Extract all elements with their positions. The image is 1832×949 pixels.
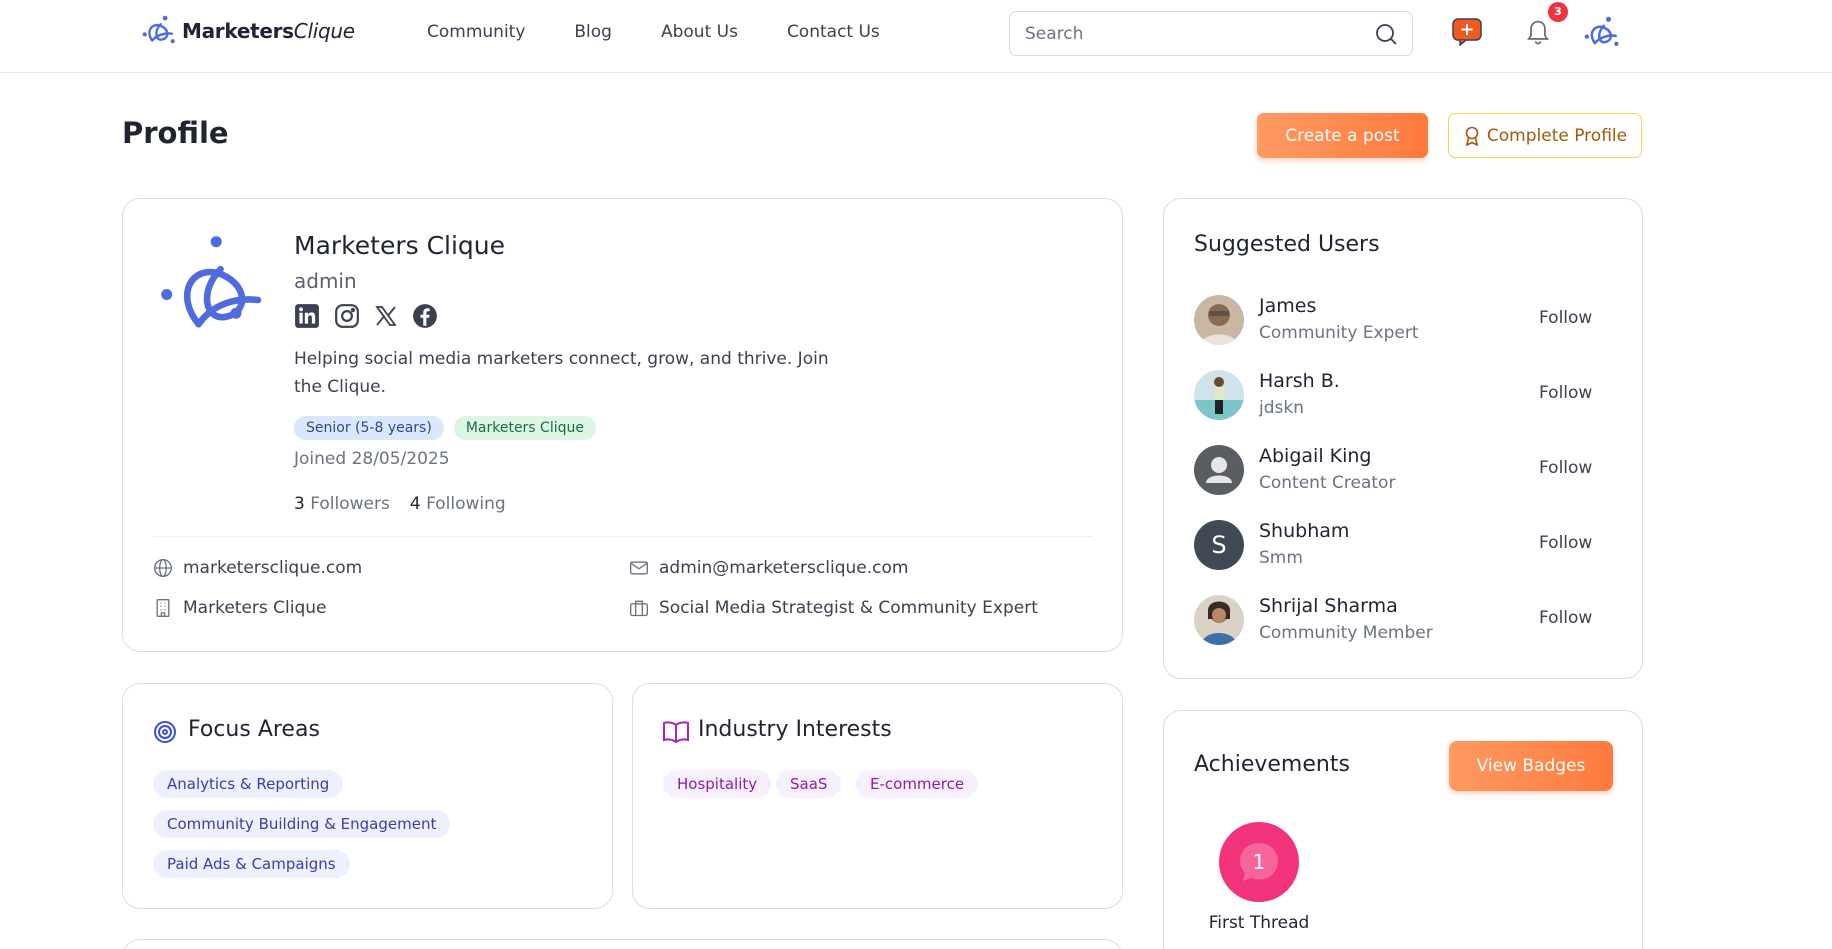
linkedin-icon[interactable] [294, 303, 320, 329]
follow-stats: 3 Followers 4 Following [294, 494, 506, 514]
website-info[interactable]: marketersclique.com [153, 558, 362, 578]
company-text: Marketers Clique [183, 598, 327, 618]
user-avatar[interactable] [1194, 445, 1244, 495]
suggested-users-title: Suggested Users [1194, 232, 1380, 257]
focus-areas-card: Focus Areas Analytics & Reporting Commun… [122, 683, 613, 909]
follow-button[interactable]: Follow [1539, 533, 1592, 553]
badge-number: 1 [1253, 850, 1266, 874]
focus-chip: Analytics & Reporting [153, 770, 344, 798]
user-name[interactable]: Shubham [1259, 520, 1349, 542]
search-box [1009, 11, 1413, 56]
complete-profile-button[interactable]: Complete Profile [1448, 113, 1642, 158]
suggested-users-card: Suggested Users James Community Expert F… [1163, 198, 1643, 679]
first-thread-badge[interactable]: 1 [1219, 822, 1299, 902]
profile-divider [153, 536, 1093, 537]
experience-tag: Senior (5-8 years) [294, 416, 444, 440]
search-icon[interactable] [1374, 22, 1398, 46]
profile-role: admin [294, 269, 357, 293]
target-icon [154, 721, 176, 743]
bell-icon[interactable] [1524, 17, 1552, 47]
industry-interests-card: Industry Interests Hospitality SaaS E-co… [632, 683, 1123, 909]
instagram-icon[interactable] [334, 303, 360, 329]
page-title: Profile [122, 116, 229, 150]
industry-chip: Hospitality [663, 770, 772, 798]
user-avatar-icon[interactable] [1584, 15, 1620, 51]
industry-chip: SaaS [776, 770, 842, 798]
suggested-user-item: Shrijal Sharma Community Member Follow [1194, 595, 1614, 647]
logo-text: MarketersClique [182, 19, 355, 43]
focus-chip: Community Building & Engagement [153, 810, 451, 838]
website-text: marketersclique.com [183, 558, 363, 578]
chat-bubble-icon: 1 [1240, 843, 1278, 881]
user-subtitle: Community Expert [1259, 323, 1419, 343]
user-subtitle: Community Member [1259, 623, 1433, 643]
profile-card: Marketers Clique admin Helping social me… [122, 198, 1123, 652]
view-badges-button[interactable]: View Badges [1449, 741, 1613, 791]
user-name[interactable]: Shrijal Sharma [1259, 595, 1398, 617]
suggested-user-item: Abigail King Content Creator Follow [1194, 445, 1614, 497]
achievements-title: Achievements [1194, 752, 1350, 777]
user-avatar[interactable] [1194, 595, 1244, 645]
profile-tags: Senior (5-8 years) Marketers Clique [294, 416, 596, 440]
social-links [294, 303, 438, 329]
user-name[interactable]: James [1259, 295, 1316, 317]
user-name[interactable]: Harsh B. [1259, 370, 1340, 392]
x-twitter-icon[interactable] [374, 304, 398, 328]
nav-about-us[interactable]: About Us [661, 22, 738, 42]
user-subtitle: Smm [1259, 548, 1303, 568]
nav-community[interactable]: Community [427, 22, 525, 42]
user-avatar[interactable] [1194, 295, 1244, 345]
focus-areas-title: Focus Areas [188, 717, 320, 742]
main-nav: Community Blog About Us Contact Us [427, 22, 880, 42]
position-text: Social Media Strategist & Community Expe… [659, 598, 1038, 618]
user-avatar[interactable]: S [1194, 520, 1244, 570]
profile-name: Marketers Clique [294, 231, 506, 260]
industry-chip: E-commerce [856, 770, 979, 798]
briefcase-icon [630, 600, 648, 617]
mail-icon [630, 561, 648, 575]
industry-interests-title: Industry Interests [698, 717, 892, 742]
following-link[interactable]: 4 Following [410, 494, 506, 514]
create-post-button[interactable]: Create a post [1257, 113, 1428, 158]
nav-blog[interactable]: Blog [574, 22, 612, 42]
joined-date: Joined 28/05/2025 [294, 449, 450, 469]
follow-button[interactable]: Follow [1539, 608, 1592, 628]
suggested-user-item: Harsh B. jdskn Follow [1194, 370, 1614, 422]
follow-button[interactable]: Follow [1539, 383, 1592, 403]
badge-label: First Thread [1208, 913, 1310, 933]
user-subtitle: jdskn [1259, 398, 1304, 418]
award-icon [1465, 126, 1479, 146]
user-subtitle: Content Creator [1259, 473, 1396, 493]
email-text: admin@marketersclique.com [659, 558, 909, 578]
user-avatar[interactable] [1194, 370, 1244, 420]
search-input[interactable] [1010, 12, 1350, 55]
email-info[interactable]: admin@marketersclique.com [629, 558, 908, 578]
building-icon [156, 599, 170, 617]
create-chat-icon[interactable] [1452, 18, 1482, 46]
focus-chip: Paid Ads & Campaigns [153, 850, 350, 878]
avatar-initial: S [1211, 531, 1227, 559]
achievements-card: Achievements View Badges 1 First Thread [1163, 710, 1643, 949]
company-tag: Marketers Clique [453, 416, 596, 440]
suggested-user-item: S Shubham Smm Follow [1194, 520, 1614, 572]
user-name[interactable]: Abigail King [1259, 445, 1371, 467]
activity-card [122, 939, 1123, 949]
follow-button[interactable]: Follow [1539, 458, 1592, 478]
open-book-icon [663, 721, 689, 743]
profile-avatar-logo [161, 236, 262, 328]
complete-profile-label: Complete Profile [1486, 125, 1628, 146]
follow-button[interactable]: Follow [1539, 308, 1592, 328]
profile-bio: Helping social media marketers connect, … [294, 349, 829, 397]
company-info: Marketers Clique [153, 598, 327, 618]
brand-logo[interactable]: MarketersClique [142, 14, 355, 48]
position-info: Social Media Strategist & Community Expe… [629, 598, 1038, 618]
suggested-user-item: James Community Expert Follow [1194, 295, 1614, 347]
globe-icon [154, 559, 172, 577]
facebook-icon[interactable] [412, 303, 438, 329]
notification-count-badge: 3 [1548, 2, 1568, 22]
nav-contact-us[interactable]: Contact Us [787, 22, 880, 42]
top-header: MarketersClique Community Blog About Us … [0, 0, 1832, 73]
followers-link[interactable]: 3 Followers [294, 494, 390, 514]
clique-logo-icon [142, 15, 175, 44]
